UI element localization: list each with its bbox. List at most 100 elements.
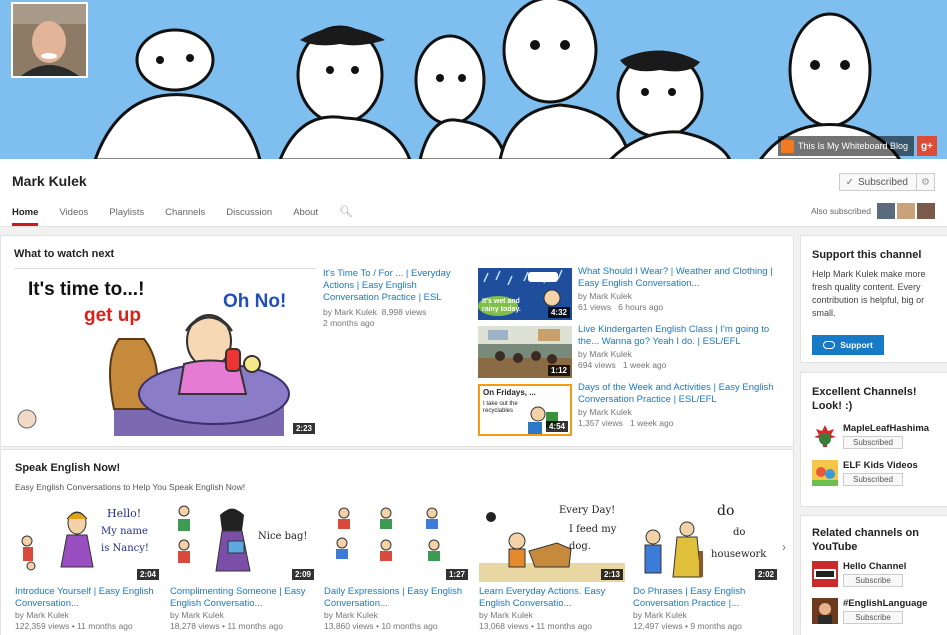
video-channel[interactable]: by Mark Kulek bbox=[578, 349, 783, 360]
gear-icon[interactable]: ⚙ bbox=[916, 174, 934, 190]
video-views: 61 views bbox=[578, 302, 612, 312]
video-thumbnail[interactable]: On Fridays, ... I take out the recyclabl… bbox=[478, 384, 572, 436]
video-age: 11 months ago bbox=[227, 621, 283, 631]
video-title-link[interactable]: Do Phrases | Easy English Conversation P… bbox=[633, 586, 779, 610]
subscribed-button[interactable]: ✓ Subscribed ⚙ bbox=[838, 173, 935, 191]
video-thumbnail[interactable]: 1:12 bbox=[478, 326, 572, 378]
also-subscribed: Also subscribed bbox=[811, 203, 935, 219]
tab-videos[interactable]: Videos bbox=[59, 205, 88, 226]
channel-item[interactable]: Hello Channel Subscribe bbox=[812, 561, 906, 587]
video-channel[interactable]: by Mark Kulek bbox=[479, 610, 625, 621]
what-to-watch-section: What to watch next It's time to...! get … bbox=[0, 235, 794, 447]
video-views: 18,278 views bbox=[170, 621, 220, 631]
thumb-caption: On Fridays, ... bbox=[483, 388, 536, 397]
featured-thumb-text: get up bbox=[84, 305, 141, 326]
subscribed-button[interactable]: Subscribed bbox=[843, 473, 903, 486]
video-thumbnail[interactable]: do do housework 2:02 bbox=[633, 501, 779, 582]
tab-playlists[interactable]: Playlists bbox=[109, 205, 144, 226]
google-plus-link[interactable]: g+ bbox=[917, 136, 937, 156]
subscriber-avatar[interactable] bbox=[897, 203, 915, 219]
shelf-title[interactable]: Speak English Now! bbox=[15, 462, 120, 474]
channel-header: Mark Kulek ✓ Subscribed ⚙ Home Videos Pl… bbox=[0, 159, 947, 227]
subscribed-button[interactable]: Subscribed bbox=[843, 436, 903, 449]
video-views: 122,359 views bbox=[15, 621, 70, 631]
video-channel[interactable]: by Mark Kulek bbox=[633, 610, 779, 621]
channel-icon bbox=[812, 460, 838, 486]
search-icon[interactable]: 🔍︎ bbox=[339, 203, 353, 226]
featured-channels-title: Excellent Channels! Look! :) bbox=[812, 386, 917, 412]
video-channel[interactable]: by Mark Kulek bbox=[323, 307, 377, 317]
video-channel[interactable]: by Mark Kulek bbox=[578, 291, 783, 302]
subscriber-avatar[interactable] bbox=[917, 203, 935, 219]
subscribe-button[interactable]: Subscribe bbox=[843, 611, 903, 624]
duration-badge: 4:32 bbox=[547, 307, 570, 318]
thumb-caption: It's wet and rainy today. bbox=[482, 298, 521, 313]
thumb-caption: Hello! bbox=[107, 507, 142, 520]
toggle-icon bbox=[823, 341, 836, 349]
duration-badge: 2:23 bbox=[292, 423, 315, 434]
related-channels-title: Related channels on YouTube bbox=[812, 527, 919, 553]
video-thumbnail[interactable]: Every Day! I feed my dog. 2:13 bbox=[479, 501, 625, 582]
tab-home[interactable]: Home bbox=[12, 205, 39, 226]
support-button-label: Support bbox=[840, 340, 873, 350]
video-age: 11 months ago bbox=[536, 621, 592, 631]
video-title-link[interactable]: Complimenting Someone | Easy English Con… bbox=[170, 586, 316, 610]
tab-discussion[interactable]: Discussion bbox=[226, 205, 272, 226]
video-thumbnail[interactable]: Nice bag! 2:09 bbox=[170, 501, 316, 582]
video-age: 6 hours ago bbox=[618, 302, 664, 312]
thumb-caption: My name is Nancy! bbox=[101, 526, 149, 554]
video-title-link[interactable]: Live Kindergarten English Class | I'm go… bbox=[578, 324, 783, 348]
video-channel[interactable]: by Mark Kulek bbox=[324, 610, 470, 621]
video-channel[interactable]: by Mark Kulek bbox=[15, 610, 161, 621]
video-info: Live Kindergarten English Class | I'm go… bbox=[578, 324, 783, 371]
video-channel[interactable]: by Mark Kulek bbox=[170, 610, 316, 621]
video-title-link[interactable]: What Should I Wear? | Weather and Clothi… bbox=[578, 266, 783, 290]
channel-name[interactable]: ELF Kids Videos bbox=[843, 460, 918, 471]
video-age: 2 months ago bbox=[323, 318, 375, 328]
channel-name[interactable]: #EnglishLanguage bbox=[843, 598, 927, 609]
duration-badge: 2:13 bbox=[600, 569, 623, 580]
video-thumbnail[interactable]: It's wet and rainy today. 4:32 bbox=[478, 268, 572, 320]
video-thumbnail[interactable]: Hello! My name is Nancy! 2:04 bbox=[15, 501, 161, 582]
video-views: 1,357 views bbox=[578, 418, 623, 428]
video-title-link[interactable]: Daily Expressions | Easy English Convers… bbox=[324, 586, 470, 610]
blog-link[interactable]: This Is My Whiteboard Blog bbox=[777, 136, 914, 156]
video-thumbnail[interactable]: 1:27 bbox=[324, 501, 470, 582]
video-info: Daily Expressions | Easy English Convers… bbox=[324, 586, 470, 632]
subscribe-button[interactable]: Subscribe bbox=[843, 574, 903, 587]
video-age: 10 months ago bbox=[381, 621, 438, 631]
duration-badge: 1:12 bbox=[547, 365, 570, 376]
tab-channels[interactable]: Channels bbox=[165, 205, 205, 226]
channel-name[interactable]: MapleLeafHashima bbox=[843, 423, 929, 434]
channel-name[interactable]: Hello Channel bbox=[843, 561, 906, 572]
channel-item[interactable]: MapleLeafHashima Subscribed bbox=[812, 423, 929, 449]
thumb-caption: Every Day! bbox=[559, 505, 616, 516]
video-views: 8,998 views bbox=[381, 307, 427, 317]
video-title-link[interactable]: Learn Everyday Actions. Easy English Con… bbox=[479, 586, 625, 610]
support-button[interactable]: Support bbox=[812, 335, 884, 355]
thumb-caption: I feed my dog. bbox=[569, 524, 617, 552]
channel-icon bbox=[812, 598, 838, 624]
channel-item[interactable]: #EnglishLanguage Subscribe bbox=[812, 598, 927, 624]
video-title-link[interactable]: It's Time To / For ... | Everyday Action… bbox=[323, 268, 471, 304]
duration-badge: 1:27 bbox=[445, 569, 468, 580]
duration-badge: 2:09 bbox=[291, 569, 314, 580]
blogger-icon bbox=[780, 139, 794, 153]
support-title: Support this channel bbox=[812, 249, 922, 261]
chevron-right-icon[interactable]: › bbox=[782, 540, 786, 554]
video-title-link[interactable]: Days of the Week and Activities | Easy E… bbox=[578, 382, 783, 406]
tab-about[interactable]: About bbox=[293, 205, 318, 226]
video-info: What Should I Wear? | Weather and Clothi… bbox=[578, 266, 783, 313]
subscriber-avatar[interactable] bbox=[877, 203, 895, 219]
video-channel[interactable]: by Mark Kulek bbox=[578, 407, 783, 418]
channel-avatar[interactable] bbox=[11, 2, 88, 78]
avatar-photo bbox=[13, 4, 86, 76]
channel-name[interactable]: Mark Kulek bbox=[12, 173, 87, 189]
duration-badge: 2:02 bbox=[754, 569, 777, 580]
video-title-link[interactable]: Introduce Yourself | Easy English Conver… bbox=[15, 586, 161, 610]
featured-thumb-text: Oh No! bbox=[223, 291, 287, 312]
video-info: Introduce Yourself | Easy English Conver… bbox=[15, 586, 161, 632]
section-title: What to watch next bbox=[14, 248, 115, 260]
featured-thumbnail[interactable]: It's time to...! get up Oh No! 2:23 bbox=[14, 268, 317, 436]
channel-item[interactable]: ELF Kids Videos Subscribed bbox=[812, 460, 918, 486]
